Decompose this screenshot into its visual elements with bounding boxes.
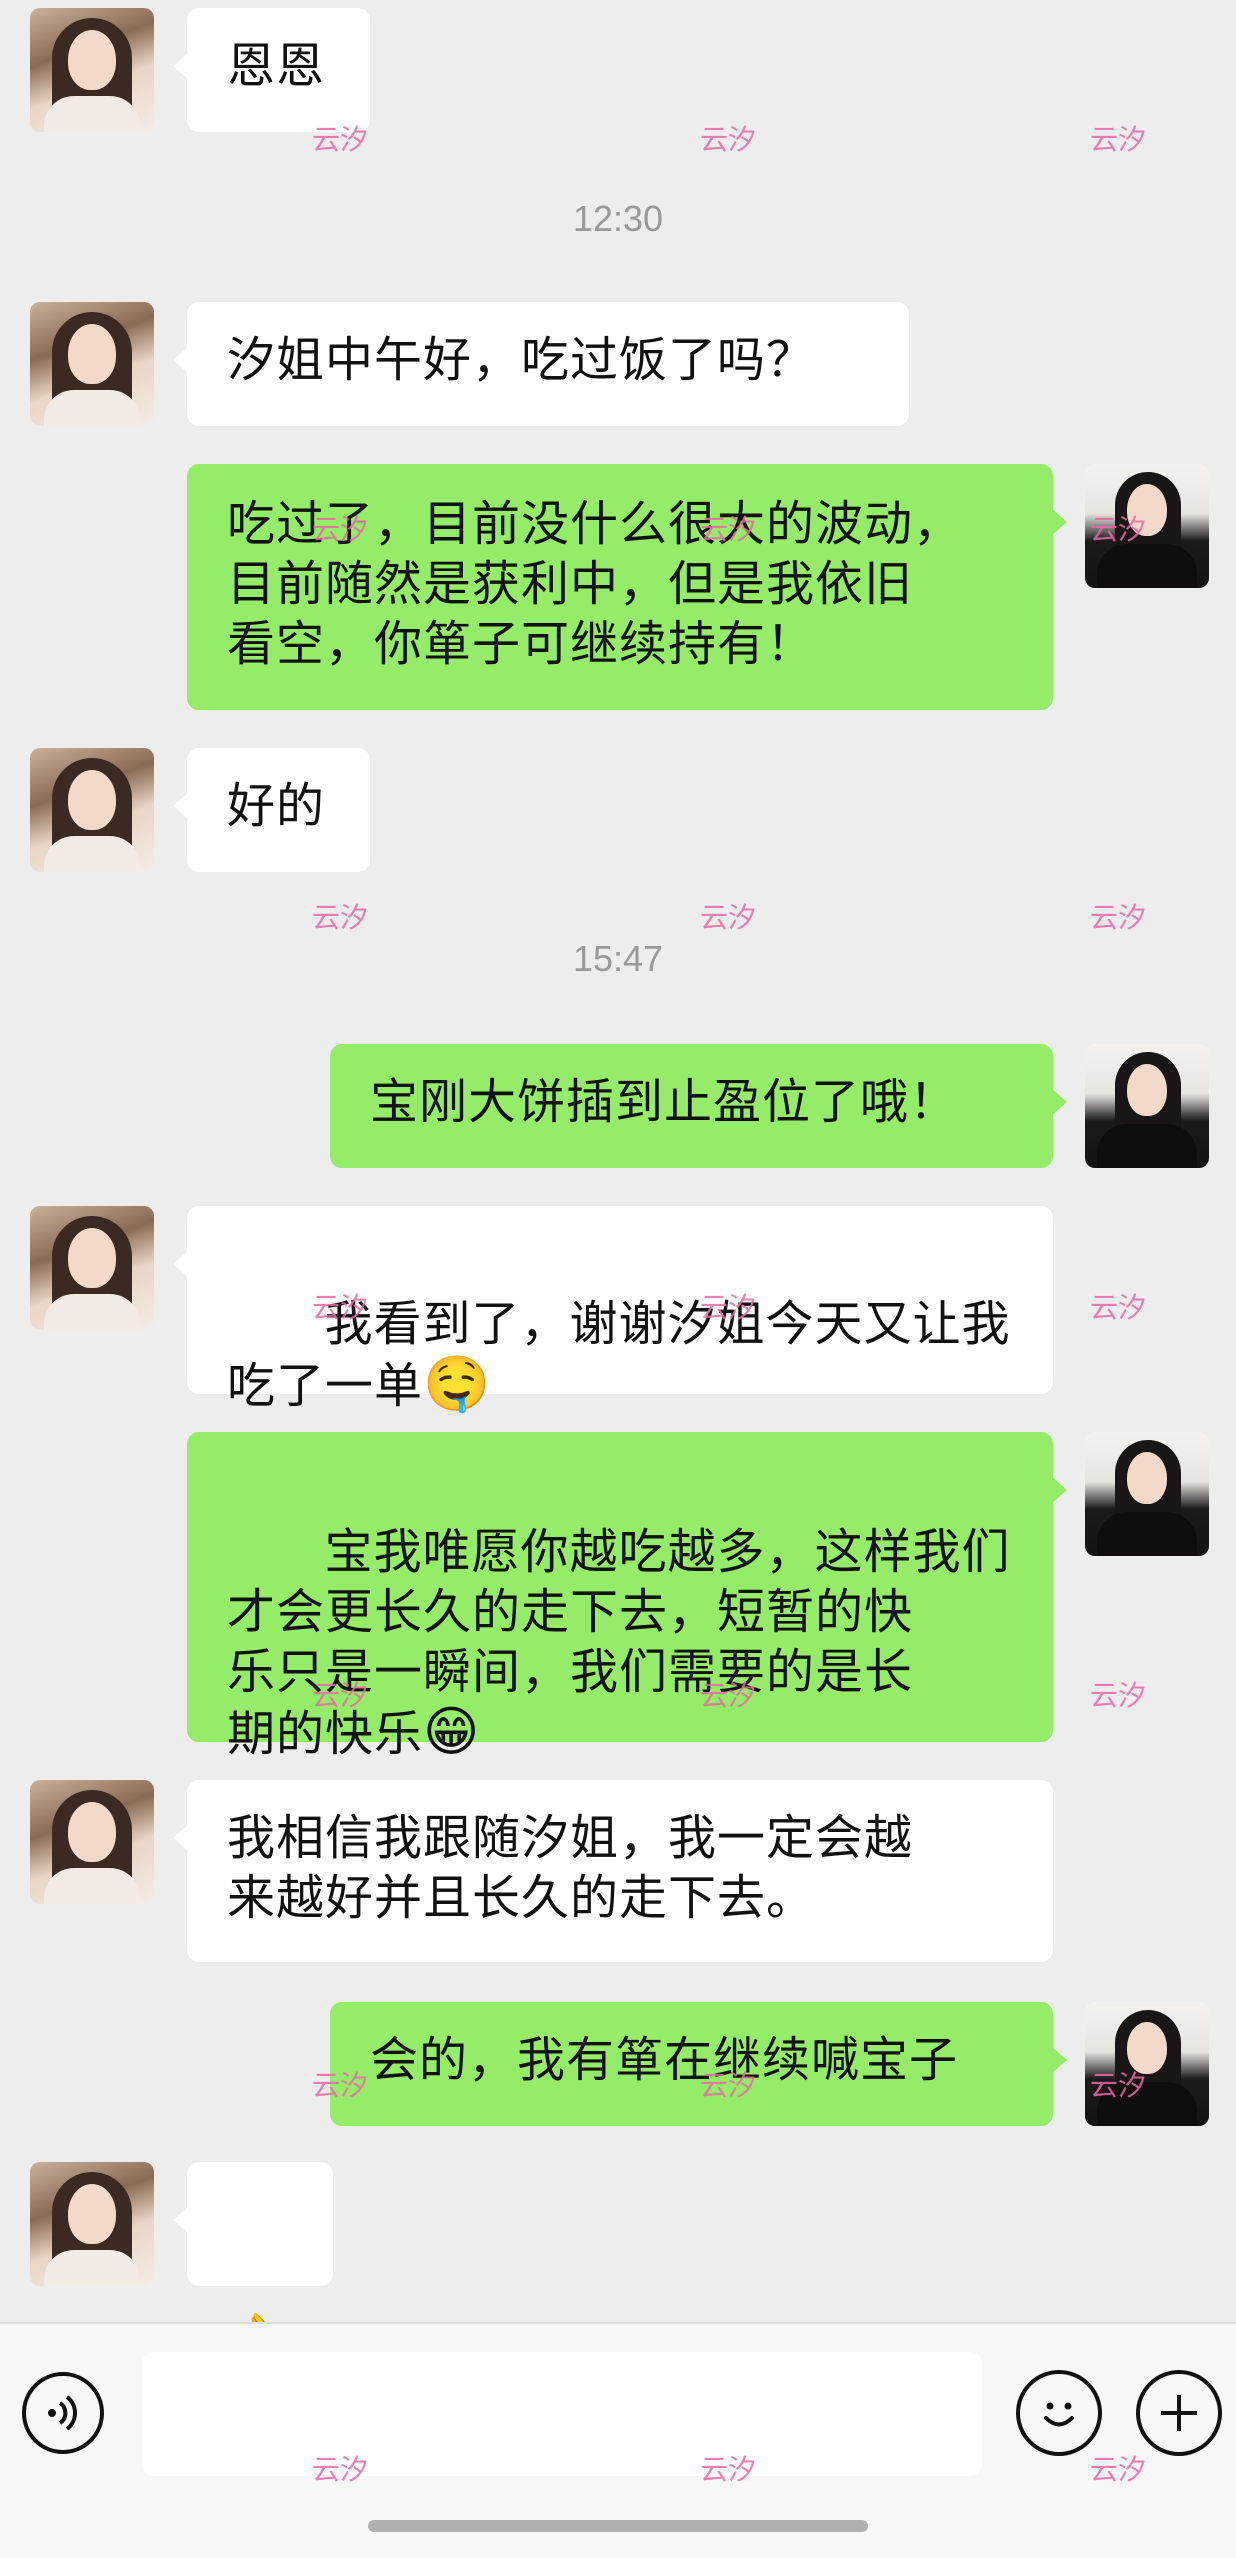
message-bubble[interactable]: 宝刚大饼插到止盈位了哦！	[330, 1044, 1067, 1168]
avatar[interactable]	[1085, 1432, 1209, 1556]
timestamp: 15:47	[572, 938, 664, 979]
drooling-face-icon: 🤤	[423, 1352, 492, 1415]
avatar[interactable]	[30, 8, 154, 132]
message-bubble[interactable]: 宝我唯愿你越吃越多，这样我们 才会更长久的走下去，短暂的快 乐只是一瞬间，我们需…	[187, 1432, 1067, 1762]
watermark: 云汐	[1090, 1679, 1147, 1712]
avatar[interactable]	[1085, 464, 1209, 588]
watermark: 云汐	[1090, 901, 1147, 934]
message-bubble[interactable]: 会的，我有箪在继续喊宝子	[330, 2002, 1067, 2126]
emoji-icon[interactable]	[1016, 2370, 1102, 2456]
voice-icon-glyph	[48, 2395, 77, 2431]
plus-icon[interactable]	[1136, 2370, 1222, 2456]
avatar[interactable]	[30, 1780, 154, 1904]
chat-area: 恩恩 12:30 汐姐中午好，吃过饭了吗？ 吃过了，目前没什么很大的波动， 目前…	[0, 0, 1236, 2372]
watermark: 云汐	[700, 123, 757, 156]
watermark: 云汐	[700, 901, 757, 934]
message-input[interactable]	[142, 2352, 982, 2476]
timestamp: 12:30	[572, 198, 664, 239]
voice-icon[interactable]	[22, 2372, 104, 2454]
message-text: 宝我唯愿你越吃越多，这样我们 才会更长久的走下去，短暂的快 乐只是一瞬间，我们需…	[227, 1524, 1011, 1762]
message-bubble[interactable]: 吃过了，目前没什么很大的波动， 目前随然是获利中，但是我依旧 看空，你箪子可继续…	[187, 464, 1067, 710]
message-bubble[interactable]: 我看到了，谢谢汐姐今天又让我 吃了一单🤤	[173, 1206, 1053, 1414]
avatar[interactable]	[30, 748, 154, 872]
message-bubble[interactable]: 恩恩	[173, 8, 370, 132]
watermark: 云汐	[1090, 123, 1147, 156]
avatar[interactable]	[30, 1206, 154, 1330]
watermark: 云汐	[1090, 2453, 1147, 2486]
grinning-face-icon: 😁	[423, 1700, 481, 1763]
home-indicator[interactable]	[368, 2520, 868, 2532]
watermark: 云汐	[1090, 1291, 1147, 1324]
message-bubble[interactable]: 汐姐中午好，吃过饭了吗？	[173, 302, 909, 426]
avatar[interactable]	[30, 2162, 154, 2286]
avatar[interactable]	[1085, 2002, 1209, 2126]
avatar[interactable]	[1085, 1044, 1209, 1168]
message-bubble[interactable]: 👌	[173, 2162, 333, 2372]
message-bubble[interactable]: 我相信我跟随汐姐，我一定会越 来越好并且长久的走下去。	[173, 1780, 1053, 1962]
message-bubble[interactable]: 好的	[173, 748, 370, 872]
message-text: 我看到了，谢谢汐姐今天又让我 吃了一单	[227, 1296, 1011, 1414]
watermark: 云汐	[312, 901, 369, 934]
plus-icon-glyph	[1161, 2395, 1197, 2431]
avatar[interactable]	[30, 302, 154, 426]
emoji-icon-glyph	[1044, 2402, 1074, 2427]
